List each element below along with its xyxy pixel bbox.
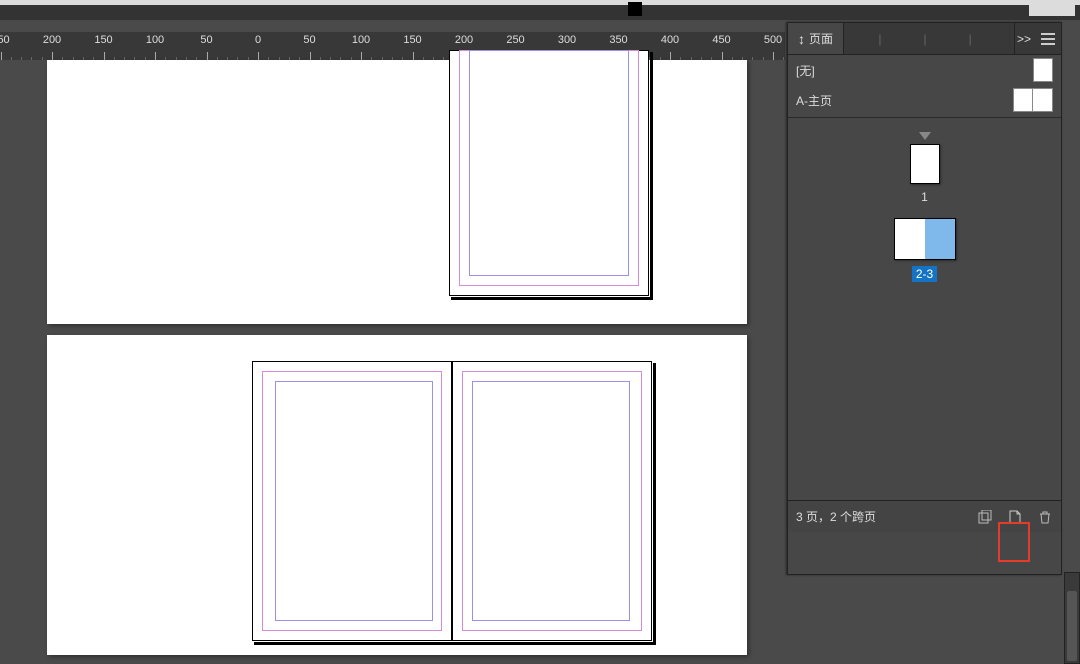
document-canvas[interactable] [0, 60, 785, 664]
expand-icon: ↕ [798, 31, 805, 47]
delete-page-icon[interactable] [1037, 509, 1053, 525]
spread-2-shadow-b [254, 642, 655, 645]
scrollbar-thumb[interactable] [1067, 591, 1077, 661]
vertical-scrollbar[interactable] [1064, 572, 1080, 664]
ruler-minor-tick [207, 52, 208, 60]
page-2-column [275, 381, 433, 621]
ruler-label: 200 [455, 34, 473, 46]
pages-panel: ↕ 页面 | | | >> [无] A-主页 1 2-3 3 页，2 个跨页 [787, 22, 1062, 575]
ruler-minor-tick [104, 52, 105, 60]
toolbar-light-strip [0, 0, 1080, 5]
edit-page-size-icon[interactable] [977, 509, 993, 525]
tab-secondary[interactable]: | | | [844, 23, 1015, 54]
ruler-minor-tick [1, 52, 2, 60]
master-a-label: A-主页 [796, 92, 832, 109]
ruler-minor-tick [155, 52, 156, 60]
page-1-number: 1 [921, 190, 928, 204]
panel-separator [788, 117, 1061, 118]
toolbar-right-group [1029, 2, 1075, 16]
panel-tab-right-controls: >> [1015, 32, 1061, 46]
spread-2-shadow-r [653, 363, 656, 645]
page-1-column [469, 50, 629, 276]
ruler-label: 250 [0, 34, 10, 46]
ruler-label: 350 [609, 34, 627, 46]
ruler-minor-tick [52, 52, 53, 60]
spread-1-pasteboard [47, 60, 747, 324]
page-thumbnails-area[interactable]: 1 2-3 [788, 120, 1061, 500]
panel-menu-icon[interactable] [1041, 33, 1055, 45]
ruler-label: 150 [403, 34, 421, 46]
master-none-label: [无] [796, 62, 815, 79]
page-3-thumb-selected[interactable] [925, 219, 955, 259]
panel-tab-bar: ↕ 页面 | | | >> [788, 23, 1061, 55]
page-2-3-number: 2-3 [912, 266, 937, 282]
ruler-minor-tick [773, 52, 774, 60]
page-1-shadow [451, 297, 653, 300]
ruler-minor-tick [258, 52, 259, 60]
spread-start-marker [919, 132, 931, 140]
ruler-minor-tick [310, 52, 311, 60]
spread-2-3-thumb[interactable] [894, 218, 956, 260]
footer-status-text: 3 页，2 个跨页 [796, 508, 876, 525]
annotation-highlight-box [998, 522, 1030, 562]
ruler-label: 450 [712, 34, 730, 46]
master-a-thumb[interactable] [1013, 88, 1053, 112]
ruler-label: 400 [661, 34, 679, 46]
ruler-label: 200 [43, 34, 61, 46]
page-1-thumb[interactable] [910, 144, 940, 184]
collapse-panel-icon[interactable]: >> [1015, 32, 1033, 46]
ruler-label: 500 [764, 34, 782, 46]
tab-stub: | | | [878, 32, 979, 46]
page-3-column [472, 381, 630, 621]
ruler-minor-tick [361, 52, 362, 60]
tab-pages[interactable]: ↕ 页面 [788, 23, 844, 54]
spread-2-pasteboard [47, 335, 747, 655]
master-none-thumb[interactable] [1033, 58, 1053, 82]
ruler-label: 100 [146, 34, 164, 46]
ruler-label: 150 [94, 34, 112, 46]
app-options-bar [0, 0, 1080, 20]
master-a-row[interactable]: A-主页 [788, 85, 1061, 115]
page-2-thumb[interactable] [895, 219, 925, 259]
horizontal-ruler[interactable]: 2502001501005005010015020025030035040045… [0, 32, 785, 60]
tab-pages-label: 页面 [809, 30, 833, 47]
ruler-label: 0 [255, 34, 261, 46]
ruler-label: 100 [352, 34, 370, 46]
ruler-minor-tick [413, 52, 414, 60]
page-1-shadow-r [650, 52, 653, 300]
master-none-row[interactable]: [无] [788, 55, 1061, 85]
ruler-label: 250 [506, 34, 524, 46]
color-swatch[interactable] [628, 2, 642, 16]
ruler-label: 300 [558, 34, 576, 46]
ruler-label: 50 [303, 34, 315, 46]
ruler-label: 50 [200, 34, 212, 46]
ruler-minor-tick [670, 52, 671, 60]
ruler-minor-tick [722, 52, 723, 60]
